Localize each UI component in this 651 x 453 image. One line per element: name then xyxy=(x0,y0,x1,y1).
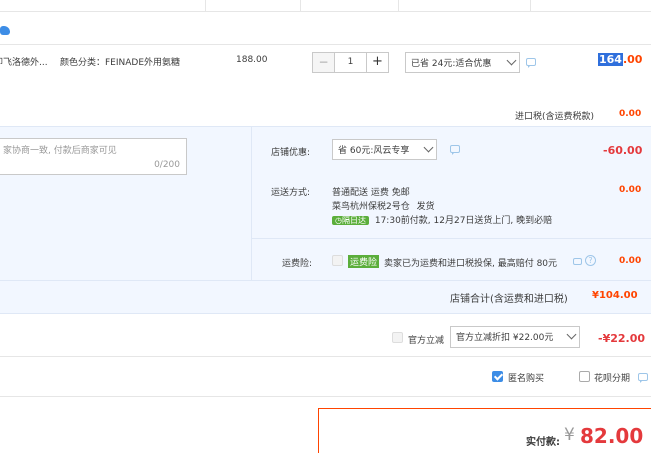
shop-discount-label: 店铺优惠: xyxy=(271,148,311,158)
top-divider xyxy=(398,0,399,12)
shop-discount-select[interactable]: 省 60元:风云专享 xyxy=(332,139,437,160)
shop-total-value: ¥104.00 xyxy=(592,290,638,301)
shop-icon xyxy=(0,26,10,35)
huabei-label: 花呗分期 xyxy=(594,374,631,384)
official-discount-value: -¥22.00 xyxy=(598,332,646,345)
quantity-plus-button[interactable]: + xyxy=(366,52,389,73)
huabei-checkbox[interactable] xyxy=(579,371,590,382)
shipping-value: 0.00 xyxy=(619,185,642,195)
top-header-strip xyxy=(0,0,651,12)
buyer-message-counter: 0/200 xyxy=(154,160,180,170)
help-icon[interactable]: ? xyxy=(585,255,596,266)
item-promo-select[interactable]: 已省 24元:适合优惠 xyxy=(405,52,520,73)
eta-line: ◷隔日达 17:30前付款, 12月27日送货上门, 晚到必赔 xyxy=(332,213,552,226)
insurance-value: 0.00 xyxy=(619,256,642,266)
message-icon[interactable] xyxy=(573,258,582,265)
shop-total-label: 店铺合计(含运费和进口税) xyxy=(450,294,568,305)
message-icon[interactable] xyxy=(526,58,536,68)
shipping-method: 普通配送 运费 免邮 xyxy=(332,188,410,198)
buyer-message-placeholder: 家协商一致, 付款后商家可见 xyxy=(3,146,117,156)
shop-discount-select-value: 省 60元:风云专享 xyxy=(338,146,410,156)
insurance-badge: 运费险 xyxy=(348,255,380,268)
shop-subdivider xyxy=(252,238,651,239)
insurance-checkbox xyxy=(332,255,343,266)
item-subtotal-decimals: .00 xyxy=(622,53,643,66)
official-discount-checkbox xyxy=(392,332,403,343)
item-subtotal: 164.00 xyxy=(598,53,642,66)
eta-badge-text: 隔日达 xyxy=(341,216,366,225)
shop-section-divider xyxy=(251,127,252,280)
import-tax-label: 进口税(含运费税款) xyxy=(515,112,595,122)
shop-subdivider xyxy=(0,280,651,281)
eta-badge: ◷隔日达 xyxy=(332,216,369,225)
top-divider xyxy=(205,0,206,12)
import-tax-value: 0.00 xyxy=(619,109,642,119)
item-promo-select-value: 已省 24元:适合优惠 xyxy=(411,59,492,69)
pay-label: 实付款: xyxy=(526,437,560,448)
message-icon[interactable] xyxy=(450,145,460,155)
insurance-text: 卖家已为运费和进口税投保, 最高赔付 80元 xyxy=(384,259,558,269)
official-discount-label: 官方立减 xyxy=(408,336,445,346)
shop-discount-value: -60.00 xyxy=(603,144,643,157)
chevron-down-icon xyxy=(506,55,517,66)
message-icon[interactable] xyxy=(638,373,648,383)
insurance-label: 运费险: xyxy=(282,259,313,269)
top-divider xyxy=(530,0,531,12)
product-row-top-border xyxy=(0,44,651,45)
anonymous-label: 匿名购买 xyxy=(508,374,545,384)
row-divider xyxy=(0,396,651,397)
chevron-down-icon xyxy=(423,142,434,153)
item-subtotal-highlight: 164 xyxy=(598,53,623,66)
eta-text: 17:30前付款, 12月27日送货上门, 晚到必赔 xyxy=(374,216,553,226)
quantity-input[interactable]: 1 xyxy=(335,52,366,73)
pay-currency: ¥ xyxy=(564,425,575,445)
official-discount-select[interactable]: 官方立减折扣 ¥22.00元 xyxy=(450,326,580,348)
plus-icon: + xyxy=(372,54,383,69)
pay-amount: 82.00 xyxy=(580,424,644,448)
shipping-label: 运送方式: xyxy=(271,188,311,198)
row-divider xyxy=(0,356,651,357)
shipping-warehouse-line: 菜鸟杭州保税2号仓 发货 xyxy=(332,199,435,212)
minus-icon: − xyxy=(318,55,329,69)
quantity-minus-button[interactable]: − xyxy=(312,52,335,73)
chevron-down-icon xyxy=(566,329,577,340)
anonymous-checkbox[interactable] xyxy=(492,371,503,382)
shipping-note: 发货 xyxy=(416,202,435,212)
clock-icon: ◷ xyxy=(335,216,342,225)
product-name[interactable]: 即飞洛德外... xyxy=(0,55,48,68)
top-divider xyxy=(300,0,301,12)
shipping-warehouse: 菜鸟杭州保税2号仓 xyxy=(332,202,410,212)
product-sku: 颜色分类：FEINADE外用氨糖 xyxy=(60,58,181,68)
official-discount-select-value: 官方立减折扣 ¥22.00元 xyxy=(456,333,554,343)
buyer-message-textarea[interactable]: 家协商一致, 付款后商家可见 0/200 xyxy=(0,138,187,175)
unit-price: 188.00 xyxy=(236,55,268,65)
